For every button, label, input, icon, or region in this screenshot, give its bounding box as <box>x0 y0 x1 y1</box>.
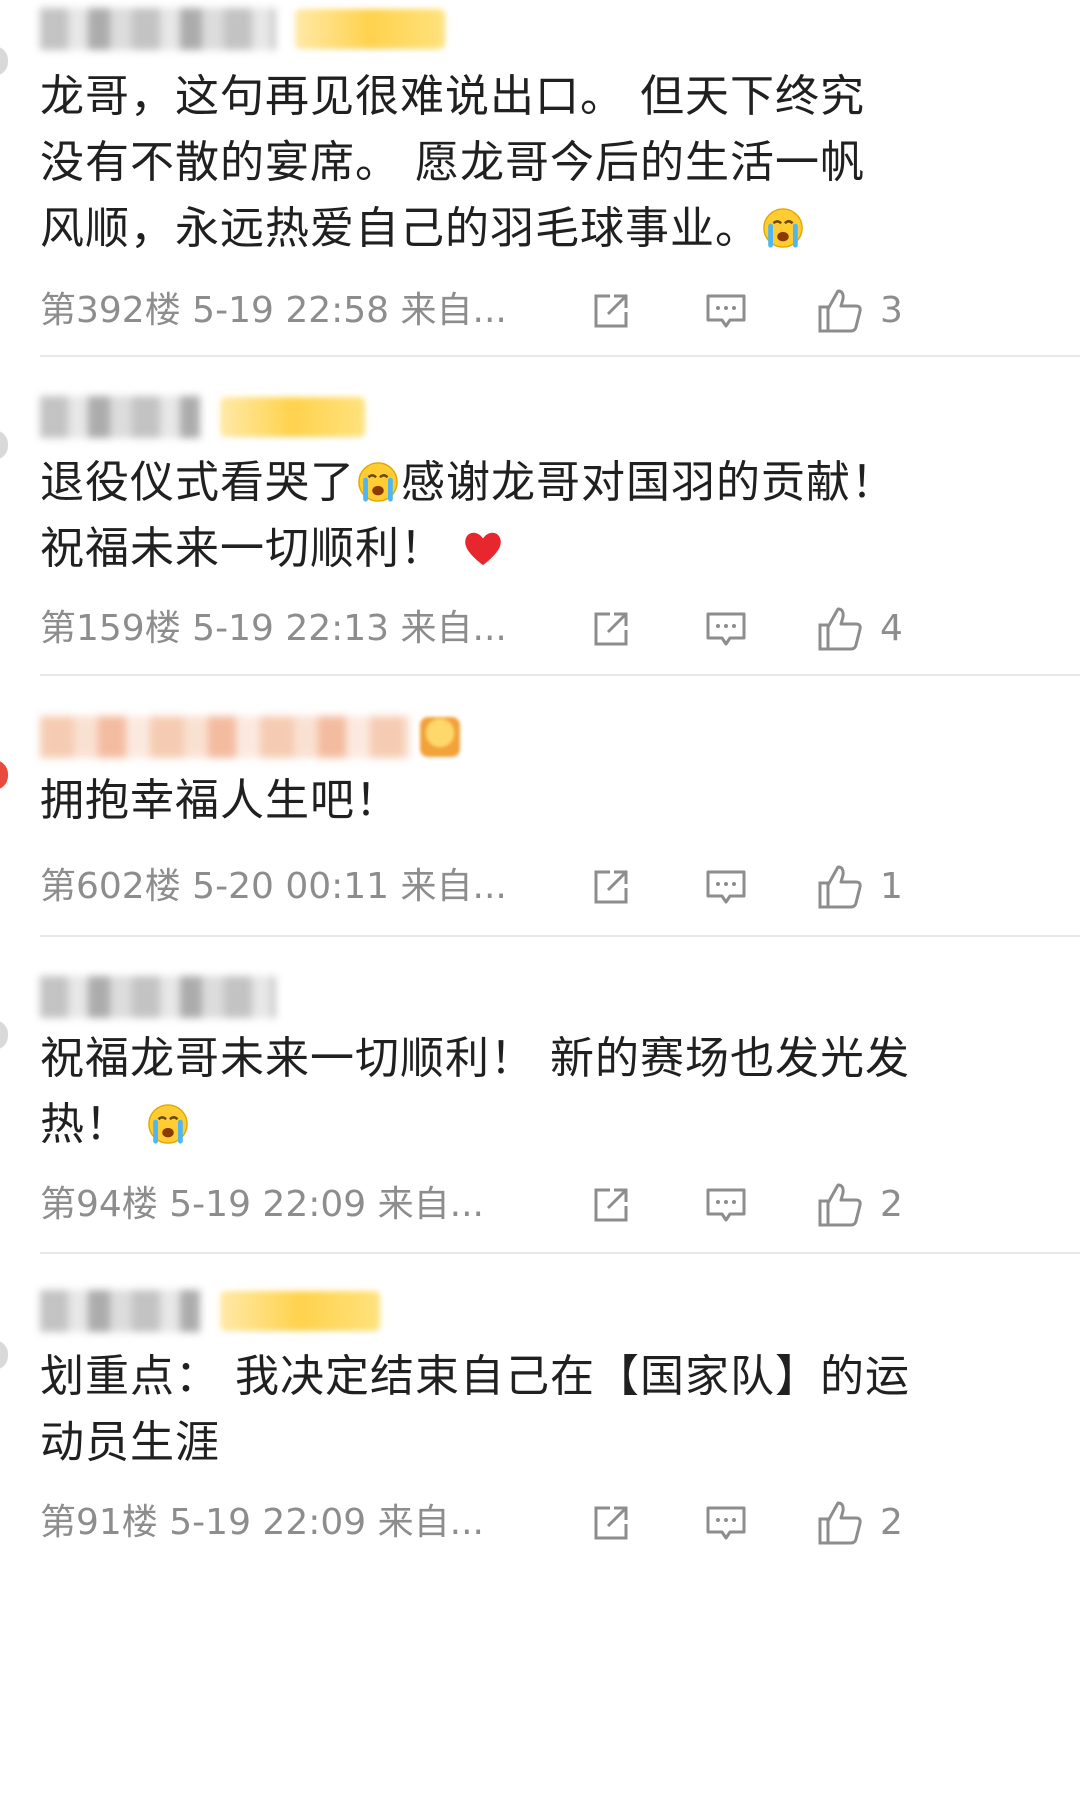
username-blurred[interactable] <box>40 396 365 438</box>
like-button[interactable]: 3 <box>816 286 903 336</box>
thumbs-up-icon <box>818 1183 862 1227</box>
share-icon <box>594 1506 628 1540</box>
floor-time-source: 第94楼 5-19 22:09 来自... <box>40 1184 484 1225</box>
share-icon <box>594 612 628 646</box>
comment-meta: 第94楼 5-19 22:09 来自... 2 <box>40 1180 1040 1230</box>
comment-text[interactable]: 划重点： 我决定结束自己在【国家队】的运 动员生涯 <box>40 1344 1040 1476</box>
comment-icon <box>706 1506 746 1540</box>
user-badge <box>220 397 365 437</box>
share-icon <box>594 294 628 328</box>
floor-time-source: 第602楼 5-20 00:11 来自... <box>40 866 507 907</box>
heart-icon <box>465 532 501 566</box>
like-count: 4 <box>880 608 903 649</box>
like-button[interactable]: 1 <box>816 862 903 912</box>
comment-meta: 第91楼 5-19 22:09 来自... 2 <box>40 1498 1040 1548</box>
comment-icon <box>706 870 746 904</box>
user-badge <box>220 1291 380 1331</box>
comment-meta: 第159楼 5-19 22:13 来自... 4 <box>40 604 1040 654</box>
comment-text[interactable]: 龙哥，这句再见很难说出口。 但天下终究 没有不散的宴席。 愿龙哥今后的生活一帆 … <box>40 64 1040 262</box>
like-count: 3 <box>880 290 903 331</box>
user-badge <box>420 717 460 757</box>
floor-time-source: 第392楼 5-19 22:58 来自... <box>40 290 507 331</box>
username-blurred[interactable] <box>40 1290 380 1332</box>
divider <box>40 355 1080 357</box>
share-button[interactable] <box>590 604 632 654</box>
comment-text[interactable]: 拥抱幸福人生吧！ <box>40 768 1040 834</box>
user-badge <box>295 9 445 49</box>
share-button[interactable] <box>590 862 632 912</box>
crying-face-icon <box>763 208 803 248</box>
comment-text[interactable]: 祝福龙哥未来一切顺利！ 新的赛场也发光发 热！ <box>40 1026 1040 1158</box>
divider <box>40 1252 1080 1254</box>
username-blurred[interactable] <box>40 8 445 50</box>
thumbs-up-icon <box>818 1501 862 1545</box>
avatar[interactable] <box>0 1020 8 1050</box>
avatar[interactable] <box>0 430 8 460</box>
like-button[interactable]: 4 <box>816 604 903 654</box>
share-icon <box>594 870 628 904</box>
comment-icon <box>706 1188 746 1222</box>
floor-time-source: 第159楼 5-19 22:13 来自... <box>40 608 507 649</box>
crying-face-icon <box>148 1104 188 1144</box>
avatar[interactable] <box>0 46 8 76</box>
like-button[interactable]: 2 <box>816 1498 903 1548</box>
share-icon <box>594 1188 628 1222</box>
share-button[interactable] <box>590 1498 632 1548</box>
avatar[interactable] <box>0 760 8 790</box>
comment-icon <box>706 612 746 646</box>
reply-button[interactable] <box>704 862 748 912</box>
comment-icon <box>706 294 746 328</box>
like-count: 2 <box>880 1502 903 1543</box>
reply-button[interactable] <box>704 1180 748 1230</box>
share-button[interactable] <box>590 1180 632 1230</box>
avatar[interactable] <box>0 1340 8 1370</box>
divider <box>40 935 1080 937</box>
divider <box>40 674 1080 676</box>
comment-list: 龙哥，这句再见很难说出口。 但天下终究 没有不散的宴席。 愿龙哥今后的生活一帆 … <box>0 0 1080 1801</box>
thumbs-up-icon <box>818 289 862 333</box>
floor-time-source: 第91楼 5-19 22:09 来自... <box>40 1502 484 1543</box>
reply-button[interactable] <box>704 604 748 654</box>
username-blurred[interactable] <box>40 976 275 1018</box>
thumbs-up-icon <box>818 607 862 651</box>
thumbs-up-icon <box>818 865 862 909</box>
like-count: 2 <box>880 1184 903 1225</box>
crying-face-icon <box>358 462 398 502</box>
comment-meta: 第392楼 5-19 22:58 来自... 3 <box>40 286 1040 336</box>
comment-meta: 第602楼 5-20 00:11 来自... 1 <box>40 862 1040 912</box>
reply-button[interactable] <box>704 286 748 336</box>
like-count: 1 <box>880 866 903 907</box>
share-button[interactable] <box>590 286 632 336</box>
comment-text[interactable]: 退役仪式看哭了 感谢龙哥对国羽的贡献！ 祝福未来一切顺利！ <box>40 450 1040 582</box>
reply-button[interactable] <box>704 1498 748 1548</box>
username-blurred[interactable] <box>40 716 460 758</box>
like-button[interactable]: 2 <box>816 1180 903 1230</box>
